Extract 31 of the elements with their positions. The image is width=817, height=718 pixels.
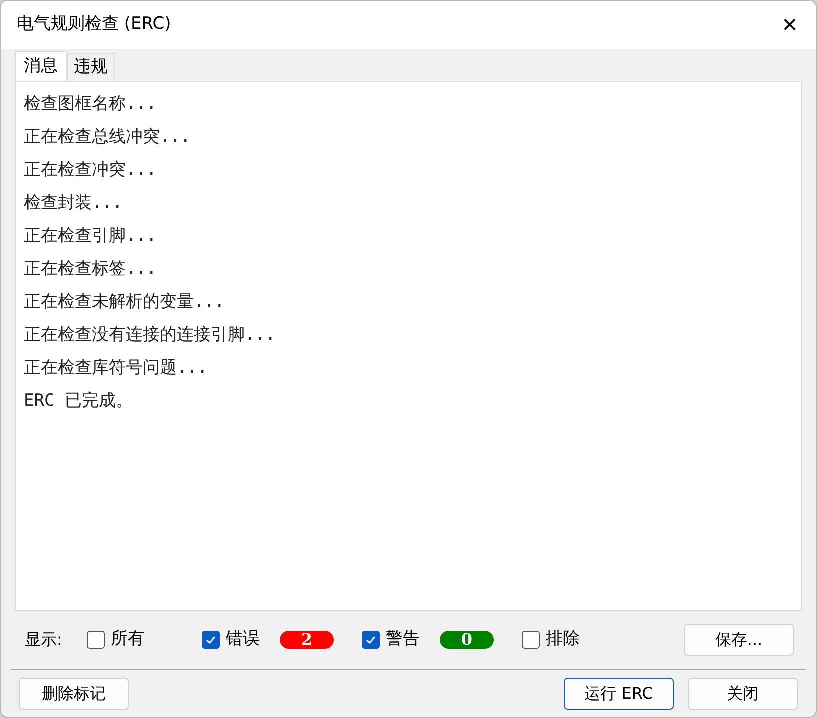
log-line: 正在检查未解析的变量...	[24, 291, 226, 314]
count-badge: 0	[440, 631, 494, 649]
count-badge: 2	[280, 631, 334, 649]
log-line: 检查封装...	[24, 192, 124, 215]
window-title: 电气规则检查 (ERC)	[17, 13, 172, 36]
log-line: 正在检查总线冲突...	[24, 126, 192, 149]
log-line: 正在检查没有连接的连接引脚...	[24, 324, 277, 347]
checkmark-icon	[205, 634, 217, 646]
log-line: 检查图框名称...	[24, 93, 158, 116]
save-button[interactable]: 保存...	[684, 624, 794, 656]
checkmark-icon	[365, 634, 377, 646]
log-line: 正在检查库符号问题...	[24, 357, 209, 380]
log-line: 正在检查标签...	[24, 258, 158, 281]
checkbox[interactable]	[362, 631, 380, 649]
log-line: ERC 已完成。	[24, 390, 134, 413]
checkbox[interactable]	[522, 631, 540, 649]
dialog-button[interactable]: 关闭	[688, 678, 798, 710]
close-button[interactable]: ✕	[768, 5, 812, 45]
checkbox-label: 错误	[226, 628, 260, 652]
dialog-button[interactable]: 运行 ERC	[564, 678, 674, 710]
tab[interactable]: 消息	[15, 51, 67, 81]
tab[interactable]: 违规	[67, 53, 115, 81]
checkbox[interactable]	[87, 631, 105, 649]
log-line: 正在检查冲突...	[24, 159, 158, 182]
checkbox[interactable]	[202, 631, 220, 649]
log-line: 正在检查引脚...	[24, 225, 158, 248]
checkbox-label: 排除	[546, 628, 580, 652]
dialog-button[interactable]: 删除标记	[19, 678, 129, 710]
checkbox-label: 警告	[386, 628, 420, 652]
show-label: 显示:	[25, 629, 64, 651]
checkbox-label: 所有	[111, 628, 145, 652]
